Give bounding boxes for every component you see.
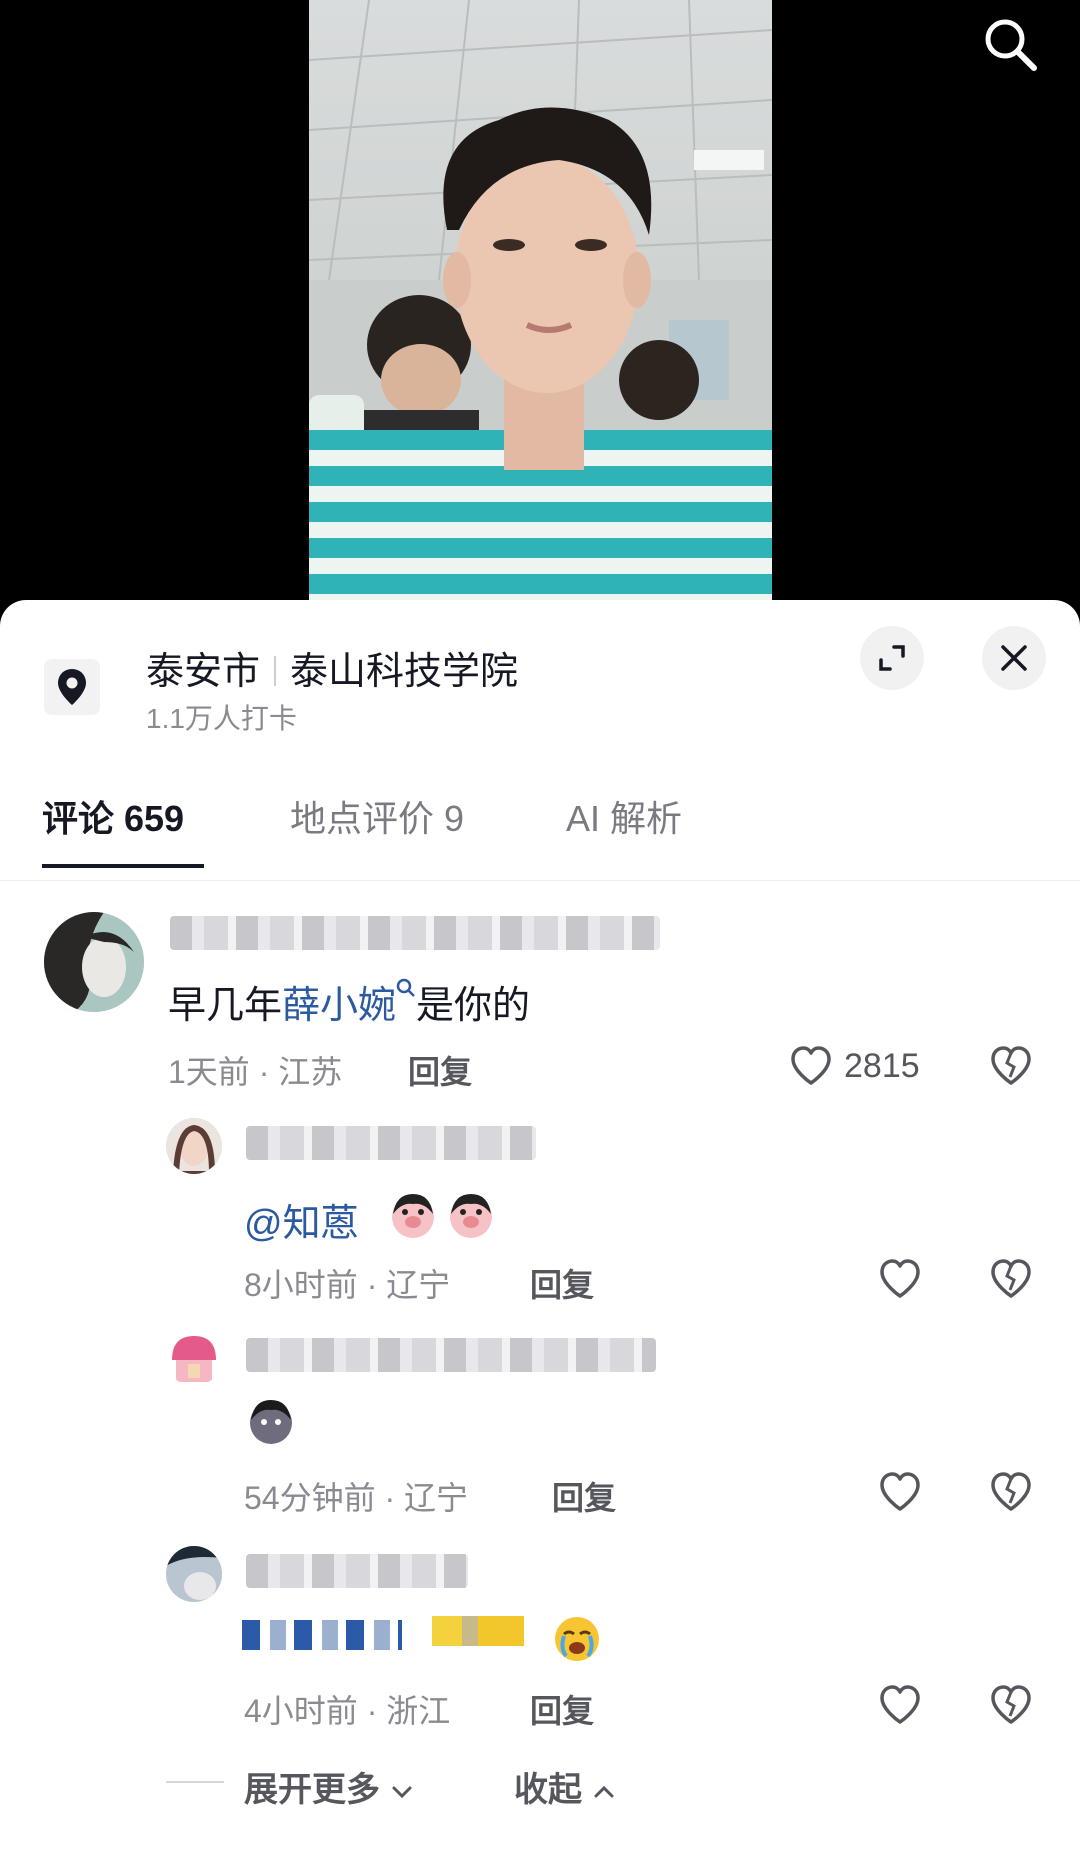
- expand-button[interactable]: [860, 626, 924, 690]
- redacted-text: [242, 1620, 402, 1650]
- avatar[interactable]: [166, 1118, 222, 1174]
- mention-link[interactable]: 薛小婉: [282, 985, 396, 1027]
- heart-outline-icon[interactable]: [788, 1043, 834, 1089]
- pig-emoji-icon: [450, 1194, 492, 1238]
- avatar[interactable]: [44, 912, 144, 1012]
- place-name: 泰山科技学院: [290, 651, 519, 693]
- comment-text: 早几年薛小婉 是你的: [168, 974, 530, 1029]
- mention-link[interactable]: @知蒽: [244, 1203, 359, 1245]
- reply-button[interactable]: 回复: [408, 1047, 472, 1093]
- comment-text: @知蒽: [244, 1192, 359, 1247]
- search-icon: [985, 19, 1037, 71]
- broken-heart-icon[interactable]: [988, 1256, 1034, 1302]
- chevron-down-icon: [392, 1786, 412, 1799]
- comment-time-region: 1天前 · 江苏: [168, 1054, 343, 1090]
- tab-bar: 评论 659 地点评价 9 AI 解析: [0, 790, 1080, 881]
- heart-outline-icon[interactable]: [877, 1682, 923, 1728]
- reply-button[interactable]: 回复: [530, 1260, 594, 1306]
- like-count: 2815: [844, 1047, 920, 1085]
- heart-outline-icon[interactable]: [877, 1469, 923, 1515]
- dark-face-emoji-icon: [250, 1400, 292, 1444]
- avatar[interactable]: [166, 1546, 222, 1602]
- video-frame[interactable]: [309, 0, 772, 600]
- broken-heart-icon[interactable]: [988, 1682, 1034, 1728]
- video-area[interactable]: [0, 0, 1080, 610]
- reply-button[interactable]: 回复: [552, 1473, 616, 1519]
- checkin-count: 1.1万人打卡: [146, 703, 297, 734]
- place-title[interactable]: 泰安市 泰山科技学院: [146, 640, 518, 695]
- tab-place-reviews[interactable]: 地点评价 9: [290, 790, 464, 842]
- title-separator: [274, 655, 277, 686]
- comment-time-region: 8小时前 · 辽宁: [244, 1267, 451, 1303]
- divider-line: [166, 1781, 224, 1783]
- collapse-button[interactable]: 收起: [514, 1762, 617, 1811]
- avatar[interactable]: [166, 1330, 222, 1386]
- broken-heart-icon[interactable]: [988, 1043, 1034, 1089]
- username-redacted[interactable]: [246, 1554, 468, 1588]
- tab-ai-analysis[interactable]: AI 解析: [566, 790, 682, 842]
- crying-face-emoji-icon: [555, 1617, 599, 1661]
- pig-emoji-icon: [392, 1194, 434, 1238]
- search-icon: [396, 978, 415, 997]
- tab-comments[interactable]: 评论 659: [42, 790, 184, 842]
- heart-outline-icon[interactable]: [877, 1256, 923, 1302]
- close-button[interactable]: [982, 626, 1046, 690]
- expand-more-button[interactable]: 展开更多: [244, 1762, 415, 1811]
- video-thumbnail-illustration: [309, 0, 772, 600]
- search-button[interactable]: [980, 14, 1040, 74]
- comment-time-region: 54分钟前 · 辽宁: [244, 1480, 469, 1516]
- location-pin-icon: [44, 659, 100, 715]
- city-name: 泰安市: [146, 651, 261, 693]
- reply-button[interactable]: 回复: [530, 1686, 594, 1732]
- redacted-text: [432, 1616, 524, 1646]
- username-redacted[interactable]: [246, 1126, 536, 1160]
- chevron-up-icon: [594, 1785, 614, 1798]
- active-tab-indicator: [42, 864, 204, 868]
- broken-heart-icon[interactable]: [988, 1469, 1034, 1515]
- comment-time-region: 4小时前 · 浙江: [244, 1693, 451, 1729]
- username-redacted[interactable]: [170, 916, 660, 950]
- username-redacted[interactable]: [246, 1338, 656, 1372]
- expand-icon: [879, 645, 905, 671]
- close-icon: [1001, 645, 1027, 671]
- location-comment-sheet: 泰安市 泰山科技学院 1.1万人打卡 评论 659 地点评价 9 AI 解析 早几…: [0, 600, 1080, 1873]
